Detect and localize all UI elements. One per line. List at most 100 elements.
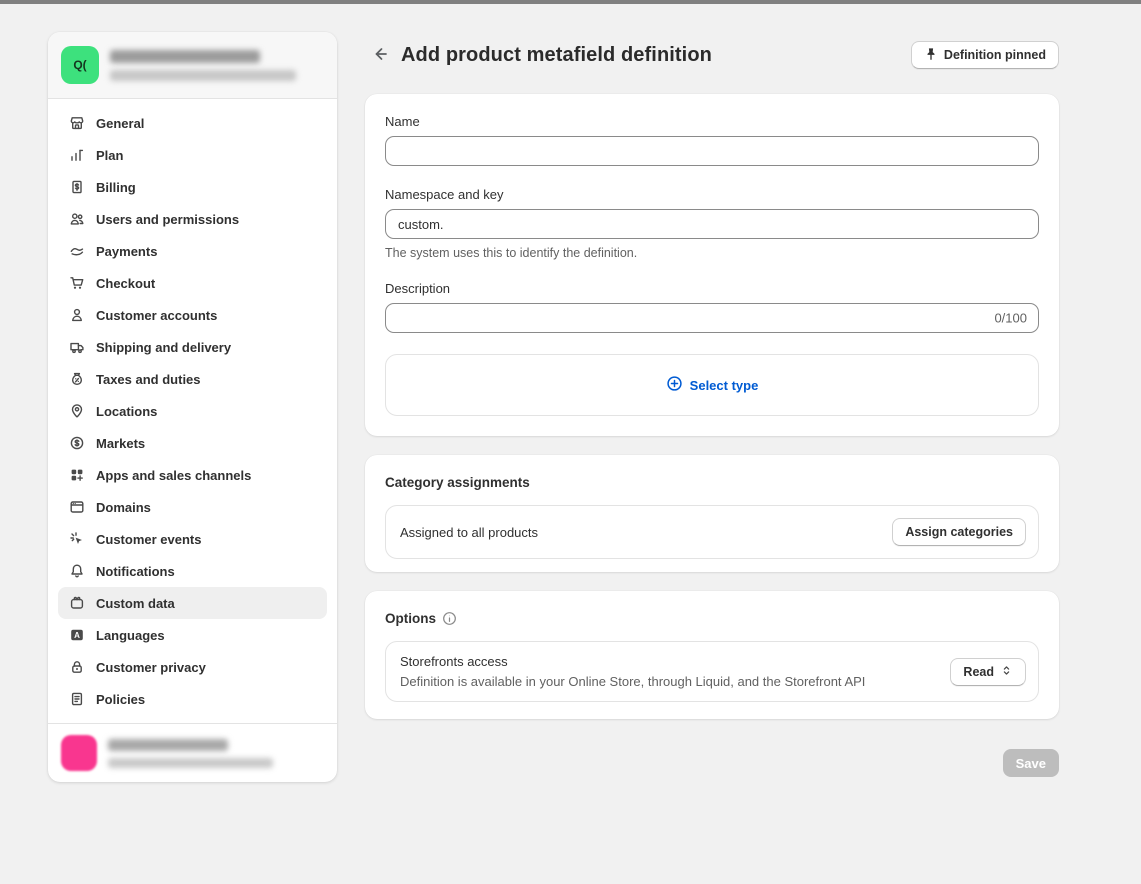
page-header: Add product metafield definition Definit…: [365, 40, 1059, 70]
sidebar-item-label: Apps and sales channels: [96, 468, 251, 483]
save-row: Save: [365, 749, 1059, 777]
sidebar-item-label: Customer privacy: [96, 660, 206, 675]
sidebar-item-languages[interactable]: A Languages: [58, 619, 327, 651]
caret-updown-icon: [1000, 664, 1013, 680]
user-name-redacted: [108, 739, 228, 751]
storefronts-access-description: Definition is available in your Online S…: [400, 674, 938, 689]
description-label: Description: [385, 281, 1039, 296]
name-input[interactable]: [385, 136, 1039, 166]
settings-sidebar: Q( General Plan Billing Users and permis…: [48, 32, 337, 782]
definition-form-card: Name Namespace and key The system uses t…: [365, 94, 1059, 436]
store-avatar: Q(: [61, 46, 99, 84]
namespace-field-group: Namespace and key The system uses this t…: [385, 187, 1039, 260]
save-button[interactable]: Save: [1003, 749, 1059, 777]
options-title: Options: [385, 611, 436, 626]
window-top-strip: [0, 0, 1141, 4]
arrow-left-icon: [370, 44, 390, 67]
apps-icon: [68, 467, 85, 484]
store-icon: [68, 115, 85, 132]
sidebar-item-label: Users and permissions: [96, 212, 239, 227]
namespace-help-text: The system uses this to identify the def…: [385, 246, 1039, 260]
definition-pinned-label: Definition pinned: [944, 48, 1046, 62]
sidebar-item-label: Locations: [96, 404, 157, 419]
taxes-icon: [68, 371, 85, 388]
sidebar-item-customer-events[interactable]: Customer events: [58, 523, 327, 555]
sidebar-item-users-and-permissions[interactable]: Users and permissions: [58, 203, 327, 235]
storefronts-access-title: Storefronts access: [400, 654, 938, 669]
sidebar-item-label: Billing: [96, 180, 136, 195]
sidebar-item-plan[interactable]: Plan: [58, 139, 327, 171]
bell-icon: [68, 563, 85, 580]
billing-icon: [68, 179, 85, 196]
truck-icon: [68, 339, 85, 356]
back-button[interactable]: [365, 40, 395, 70]
category-assignments-title: Category assignments: [385, 475, 530, 490]
storefronts-access-row: Storefronts access Definition is availab…: [385, 641, 1039, 702]
sidebar-item-label: Shipping and delivery: [96, 340, 231, 355]
custom-data-icon: [68, 595, 85, 612]
assign-categories-button[interactable]: Assign categories: [892, 518, 1026, 546]
sidebar-item-label: Languages: [96, 628, 165, 643]
definition-pinned-button[interactable]: Definition pinned: [911, 41, 1059, 69]
plan-icon: [68, 147, 85, 164]
name-label: Name: [385, 114, 1039, 129]
language-icon: A: [68, 627, 85, 644]
category-assignment-row: Assigned to all products Assign categori…: [385, 505, 1039, 559]
user-avatar: [61, 735, 97, 771]
location-pin-icon: [68, 403, 85, 420]
svg-text:A: A: [74, 631, 80, 640]
sidebar-item-label: General: [96, 116, 144, 131]
domains-icon: [68, 499, 85, 516]
sidebar-item-general[interactable]: General: [58, 107, 327, 139]
sidebar-item-customer-privacy[interactable]: Customer privacy: [58, 651, 327, 683]
select-type-label: Select type: [690, 378, 759, 393]
sidebar-item-taxes-and-duties[interactable]: Taxes and duties: [58, 363, 327, 395]
store-domain-redacted: [110, 70, 296, 81]
sidebar-item-label: Custom data: [96, 596, 175, 611]
person-icon: [68, 307, 85, 324]
info-icon[interactable]: [442, 611, 457, 626]
namespace-label: Namespace and key: [385, 187, 1039, 202]
storefront-access-select[interactable]: Read: [950, 658, 1026, 686]
sidebar-item-policies[interactable]: Policies: [58, 683, 327, 715]
sidebar-item-markets[interactable]: Markets: [58, 427, 327, 459]
sidebar-item-customer-accounts[interactable]: Customer accounts: [58, 299, 327, 331]
assign-categories-label: Assign categories: [905, 525, 1013, 539]
cursor-click-icon: [68, 531, 85, 548]
sidebar-item-notifications[interactable]: Notifications: [58, 555, 327, 587]
users-icon: [68, 211, 85, 228]
user-email-redacted: [108, 758, 273, 768]
description-input[interactable]: [385, 303, 1039, 333]
sidebar-item-billing[interactable]: Billing: [58, 171, 327, 203]
sidebar-item-apps-and-sales-channels[interactable]: Apps and sales channels: [58, 459, 327, 491]
select-type-button[interactable]: Select type: [666, 375, 759, 395]
globe-icon: [68, 435, 85, 452]
sidebar-item-label: Customer accounts: [96, 308, 217, 323]
sidebar-item-label: Customer events: [96, 532, 201, 547]
name-field-group: Name: [385, 114, 1039, 166]
sidebar-item-label: Domains: [96, 500, 151, 515]
sidebar-item-payments[interactable]: Payments: [58, 235, 327, 267]
sidebar-item-label: Policies: [96, 692, 145, 707]
sidebar-item-domains[interactable]: Domains: [58, 491, 327, 523]
storefront-access-value: Read: [963, 665, 994, 679]
payments-icon: [68, 243, 85, 260]
sidebar-item-label: Taxes and duties: [96, 372, 201, 387]
category-assignments-card: Category assignments Assigned to all pro…: [365, 455, 1059, 572]
sidebar-item-checkout[interactable]: Checkout: [58, 267, 327, 299]
pin-icon: [924, 47, 938, 64]
main-content: Add product metafield definition Definit…: [365, 40, 1059, 777]
policy-document-icon: [68, 691, 85, 708]
namespace-input[interactable]: [385, 209, 1039, 239]
user-account-footer[interactable]: [48, 723, 337, 782]
circle-plus-icon: [666, 375, 683, 395]
sidebar-item-label: Markets: [96, 436, 145, 451]
sidebar-item-shipping-and-delivery[interactable]: Shipping and delivery: [58, 331, 327, 363]
store-header[interactable]: Q(: [48, 32, 337, 99]
sidebar-item-label: Notifications: [96, 564, 175, 579]
options-card: Options Storefronts access Definition is…: [365, 591, 1059, 719]
sidebar-item-locations[interactable]: Locations: [58, 395, 327, 427]
select-type-box: Select type: [385, 354, 1039, 416]
sidebar-item-custom-data[interactable]: Custom data: [58, 587, 327, 619]
cart-icon: [68, 275, 85, 292]
